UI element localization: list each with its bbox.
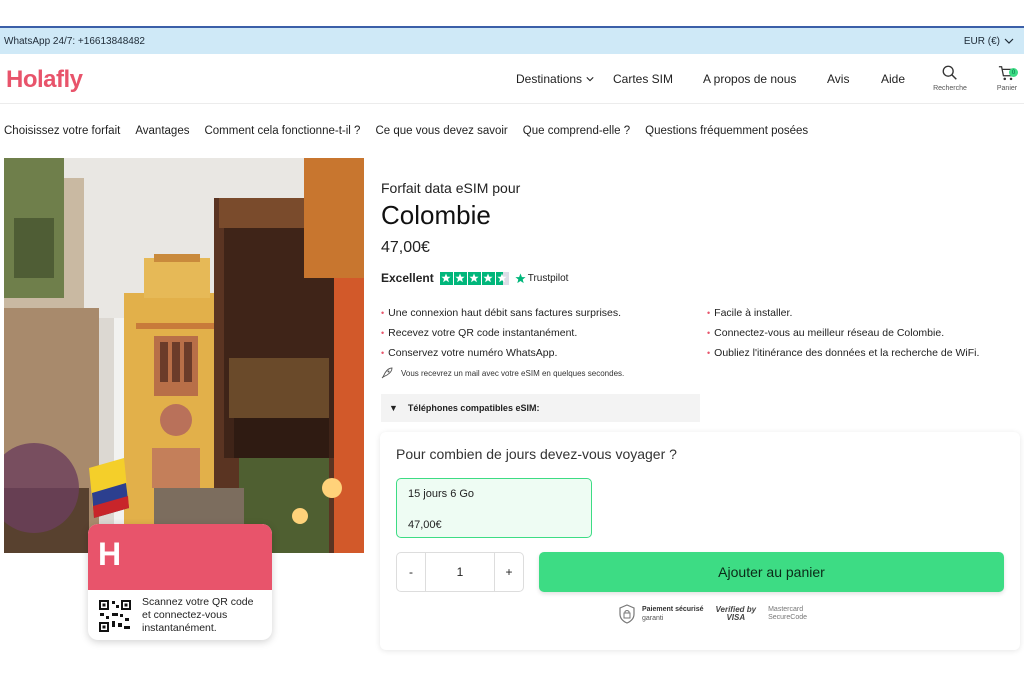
nav-destinations-label: Destinations: [516, 72, 583, 86]
nav-sim-cards[interactable]: Cartes SIM: [613, 72, 673, 86]
cart-count-badge: 0: [1009, 68, 1018, 77]
caret-down-icon: ▼: [389, 403, 398, 413]
plan-price: 47,00€: [408, 519, 442, 531]
trustpilot-star-icon: [515, 273, 526, 283]
site-header: Holafly Destinations Cartes SIM A propos…: [0, 54, 1024, 104]
holafly-h-logo: H: [98, 536, 122, 572]
section-nav: Choisissez votre forfait Avantages Comme…: [0, 104, 1024, 158]
subnav-what-to-know[interactable]: Ce que vous devez savoir: [375, 125, 507, 137]
feature-text: Facile à installer.: [714, 307, 793, 319]
feature-text: Oubliez l'itinérance des données et la r…: [714, 347, 980, 359]
feature-item: • Connectez-vous au meilleur réseau de Co…: [707, 327, 944, 339]
product-kicker: Forfait data eSIM pour: [381, 180, 521, 196]
subnav-faq[interactable]: Questions fréquemment posées: [645, 125, 808, 137]
compatible-phones-toggle[interactable]: ▼ Téléphones compatibles eSIM:: [381, 394, 700, 422]
bullet-icon: •: [707, 348, 711, 358]
trustpilot-label: Trustpilot: [527, 272, 569, 284]
nav-about[interactable]: A propos de nous: [703, 72, 796, 86]
bullet-icon: •: [381, 348, 385, 358]
nav-help[interactable]: Aide: [881, 72, 905, 86]
payment-badges: Paiement sécurisé garanti Verified by VI…: [618, 604, 807, 624]
star-icon: [439, 271, 453, 285]
quantity-increase-button[interactable]: +: [495, 553, 523, 591]
days-question: Pour combien de jours devez-vous voyager…: [396, 446, 677, 462]
product-price: 47,00€: [381, 239, 430, 256]
trustpilot-rating[interactable]: Excellent Trustpilot: [381, 271, 1021, 285]
qr-card-text: Scannez votre QR code et connectez-vous …: [142, 596, 254, 634]
secure-payment-badge: Paiement sécurisé garanti: [618, 604, 703, 624]
feature-item: • Recevez votre QR code instantanément.: [381, 327, 577, 339]
nav-reviews[interactable]: Avis: [827, 72, 849, 86]
plan-option-selected[interactable]: 15 jours 6 Go 47,00€: [396, 478, 592, 538]
cart-label: Panier: [996, 85, 1018, 92]
secure-payment-sub: garanti: [642, 615, 664, 622]
nav-destinations[interactable]: Destinations: [516, 72, 594, 86]
compatible-phones-label: Téléphones compatibles eSIM:: [407, 403, 540, 413]
star-icon: [453, 271, 467, 285]
feature-text: Recevez votre QR code instantanément.: [388, 327, 578, 339]
secure-payment-text: Paiement sécurisé garanti: [642, 605, 703, 623]
secure-payment-title: Paiement sécurisé: [642, 606, 704, 613]
mc-top: Mastercard: [768, 606, 804, 613]
mastercard-securecode-badge: Mastercard SecureCode: [768, 606, 807, 622]
chevron-down-icon: [586, 77, 594, 82]
subnav-choose-plan[interactable]: Choisissez votre forfait: [4, 125, 120, 137]
feature-item: • Une connexion haut débit sans factures …: [381, 307, 621, 319]
plan-name: 15 jours 6 Go: [408, 488, 475, 500]
qr-card-header: H: [88, 524, 272, 590]
qr-promo-card: H Scannez votre QR code et connectez-vou…: [88, 524, 272, 640]
bullet-icon: •: [381, 328, 385, 338]
search-icon: [942, 65, 957, 80]
feature-text: Une connexion haut débit sans factures s…: [388, 307, 622, 319]
star-icon: [467, 271, 481, 285]
subnav-how-it-works[interactable]: Comment cela fonctionne-t-il ?: [204, 125, 360, 137]
feature-item: • Facile à installer.: [707, 307, 792, 319]
mail-note: Vous recevrez un mail avec votre eSIM en…: [381, 367, 624, 379]
feature-item: • Oubliez l'itinérance des données et la …: [707, 347, 979, 359]
mc-bottom: SecureCode: [768, 614, 808, 621]
verified-by-visa-badge: Verified by VISA: [715, 606, 756, 622]
mail-note-text: Vous recevrez un mail avec votre eSIM en…: [401, 368, 625, 378]
qr-code-icon: [98, 598, 132, 633]
purchase-box: Pour combien de jours devez-vous voyager…: [380, 432, 1020, 650]
add-to-cart-button[interactable]: Ajouter au panier: [539, 552, 1004, 592]
trustpilot-brand: Trustpilot: [515, 272, 569, 284]
rating-stars: [439, 271, 509, 285]
subnav-includes[interactable]: Que comprend-elle ?: [523, 125, 630, 137]
currency-selector[interactable]: EUR (€): [964, 36, 1014, 47]
quantity-stepper: - 1 +: [396, 552, 524, 592]
bullet-icon: •: [707, 328, 711, 338]
qr-card-body: Scannez votre QR code et connectez-vous …: [88, 590, 272, 640]
bullet-icon: •: [707, 308, 711, 318]
rocket-icon: [381, 367, 393, 379]
shield-lock-icon: [619, 604, 635, 624]
feature-text: Connectez-vous au meilleur réseau de Col…: [714, 327, 945, 339]
announcement-bar: WhatsApp 24/7: +16613848482 EUR (€): [0, 28, 1024, 54]
quantity-decrease-button[interactable]: -: [397, 553, 425, 591]
currency-label: EUR (€): [963, 35, 1000, 47]
quantity-input[interactable]: 1: [425, 553, 495, 591]
whatsapp-contact[interactable]: WhatsApp 24/7: +16613848482: [4, 36, 145, 47]
feature-item: • Conservez votre numéro WhatsApp.: [381, 347, 557, 359]
holafly-logo[interactable]: Holafly: [6, 66, 83, 94]
page: WhatsApp 24/7: +16613848482 EUR (€) Hola…: [0, 0, 1024, 683]
feature-text: Conservez votre numéro WhatsApp.: [388, 347, 558, 359]
cart-button[interactable]: 0 Panier: [992, 64, 1022, 92]
bullet-icon: •: [381, 308, 385, 318]
product-title: Colombie: [381, 200, 491, 230]
search-button[interactable]: Recherche: [930, 64, 970, 92]
subnav-advantages[interactable]: Avantages: [135, 125, 189, 137]
chevron-down-icon: [1004, 38, 1014, 44]
search-label: Recherche: [933, 85, 967, 92]
visa-bottom: VISA: [726, 613, 746, 622]
rating-label: Excellent: [381, 271, 434, 285]
star-half-icon: [495, 271, 509, 285]
product-info: Forfait data eSIM pour Colombie 47,00€ E…: [381, 180, 1021, 285]
star-icon: [481, 271, 495, 285]
